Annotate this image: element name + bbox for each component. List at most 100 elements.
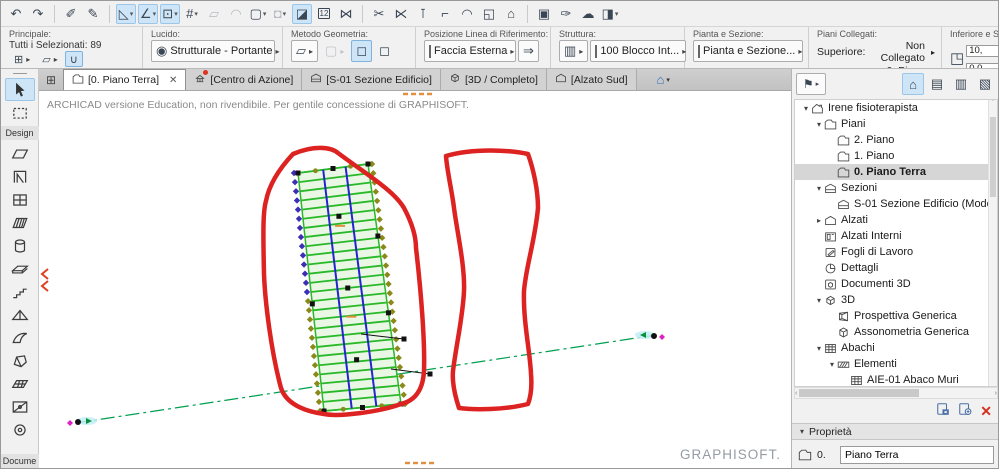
suspend-groups-icon[interactable]: ▱ (204, 4, 224, 24)
tree-item-aie-01-abaco-muri[interactable]: AIE-01 Abaco Muri (795, 372, 997, 386)
tree-item-irene-fisioterapista[interactable]: ▾ Irene fisioterapista (795, 100, 997, 116)
geometry-box-button[interactable]: ◻ (351, 40, 373, 62)
tab-alzato-sud[interactable]: [Alzato Sud] (546, 69, 637, 90)
quad-view-button[interactable]: ⊞ (39, 69, 63, 90)
lock-icon[interactable]: ◘ ▾ (270, 4, 290, 24)
undo-icon[interactable]: ↶ (6, 4, 26, 24)
tree-vertical-scrollbar[interactable]: ˆ (988, 100, 997, 386)
tab-centro-di-azione[interactable]: [Centro di Azione] (186, 69, 303, 90)
expand-arrow-icon[interactable]: ▾ (827, 360, 837, 369)
geometry-straight-button[interactable]: ▱ ▸ (291, 40, 319, 62)
geometry-curved-button[interactable]: ◻ (374, 40, 395, 62)
tree-item-alzati-interni[interactable]: Alzati Interni (795, 228, 997, 244)
redo-icon[interactable]: ↷ (28, 4, 48, 24)
publish-icon[interactable]: ◨ ▾ (600, 4, 620, 24)
top-offset-field[interactable] (966, 44, 998, 57)
group-selection-icon[interactable]: ▢ ▾ (248, 4, 268, 24)
morph-tool[interactable] (5, 349, 35, 372)
grid-snap-icon[interactable]: # ▾ (182, 4, 202, 24)
toolbox-drag-handle[interactable] (12, 73, 27, 75)
intersect-icon[interactable]: ⌐ (435, 4, 455, 24)
edit-selection-set-icon[interactable]: ▣ (534, 4, 554, 24)
column-tool[interactable] (5, 234, 35, 257)
floorplan-display-button[interactable]: Pianta e Sezione... ▸ (693, 40, 803, 62)
tree-item-assonometria-generica[interactable]: Assonometria Generica (795, 324, 997, 340)
tab-3d-completo[interactable]: [3D / Completo] (440, 69, 547, 90)
curtain-wall-tool[interactable] (5, 211, 35, 234)
snap-reference-icon[interactable]: ⊡ ▾ (160, 3, 180, 24)
save-view-button[interactable] (936, 402, 950, 421)
mesh-tool[interactable] (5, 372, 35, 395)
project-chooser-button[interactable]: ⚑ ▸ (796, 73, 826, 95)
magnet-toggle-button[interactable]: ∪ (64, 51, 83, 67)
tree-item-elementi[interactable]: ▾ Elementi (795, 356, 997, 372)
door-tool[interactable] (5, 165, 35, 188)
tree-horizontal-scrollbar[interactable]: ‹ › (794, 387, 998, 399)
tree-item-dettagli[interactable]: Dettagli (795, 260, 997, 276)
geometry-chained-button[interactable]: ▢ ▸ (320, 40, 349, 62)
tree-item-2-piano[interactable]: 2. Piano (795, 132, 997, 148)
fit-in-window-icon[interactable]: ⌂ (501, 4, 521, 24)
close-icon[interactable]: ✕ (169, 75, 177, 86)
snap-guides-icon[interactable]: ∠ ▾ (138, 3, 158, 24)
properties-header[interactable]: ▾ Proprietà (792, 423, 998, 440)
reference-line-button[interactable]: Faccia Esterna ▸ (424, 40, 516, 62)
settings-dialog-button[interactable]: ⊞ ▸ (9, 51, 35, 67)
resize-icon[interactable]: ◱ (479, 4, 499, 24)
dimension-units-icon[interactable]: 12 (314, 4, 334, 24)
stair-tool[interactable] (5, 280, 35, 303)
zone-tool[interactable] (5, 395, 35, 418)
project-map-button[interactable]: ⌂ (902, 73, 924, 95)
expand-arrow-icon[interactable]: ▾ (814, 296, 824, 305)
tree-item-1-piano[interactable]: 1. Piano (795, 148, 997, 164)
story-name-field[interactable] (840, 446, 994, 464)
guide-lines-icon[interactable]: ◺ ▾ (116, 3, 136, 24)
tree-item-documenti-3d[interactable]: Documenti 3D (795, 276, 997, 292)
tab-0-piano-terra[interactable]: [0. Piano Terra] ✕ (63, 69, 187, 90)
tab-s-01-sezione-edificio[interactable]: [S-01 Sezione Edificio] (302, 69, 441, 90)
expand-arrow-icon[interactable]: ▾ (814, 344, 824, 353)
arrow-tool[interactable] (4, 78, 35, 101)
delete-viewpoint-button[interactable]: ✕ (980, 403, 992, 420)
superiore-popup-button[interactable]: ▸ (931, 48, 935, 57)
object-tool[interactable] (5, 418, 35, 441)
shell-tool[interactable] (5, 326, 35, 349)
trace-reference-icon[interactable]: ◪ (292, 3, 312, 24)
expand-arrow-icon[interactable]: ▾ (814, 120, 824, 129)
tree-item-fogli-di-lavoro[interactable]: Fogli di Lavoro (795, 244, 997, 260)
split-icon[interactable]: ✂ (369, 4, 389, 24)
inject-parameters-icon[interactable]: ✎ (83, 4, 103, 24)
drawing-canvas[interactable]: ARCHICAD versione Education, non rivendi… (39, 91, 791, 468)
new-viewpoint-button[interactable] (958, 402, 972, 421)
tree-item-s-01-sezione-edificio-modello-[interactable]: S-01 Sezione Edificio (Modello con ric (795, 196, 997, 212)
layer-selector-button[interactable]: ◉ Strutturale - Portante ▸ (151, 40, 279, 62)
structure-type-button[interactable]: ▥ ▸ (559, 40, 589, 62)
publisher-sets-button[interactable]: ▧ (974, 73, 996, 95)
expand-arrow-icon[interactable]: ▾ (801, 104, 811, 113)
quill-icon[interactable]: ◠ (226, 4, 246, 24)
tree-item-piani[interactable]: ▾ Piani (795, 116, 997, 132)
tree-item-alzati[interactable]: ▸ Alzati (795, 212, 997, 228)
expand-arrow-icon[interactable]: ▾ (814, 184, 824, 193)
marquee-tool[interactable] (5, 101, 35, 124)
expand-arrow-icon[interactable]: ▸ (814, 216, 824, 225)
roof-tool[interactable] (5, 303, 35, 326)
render-icon[interactable]: ✑ (556, 4, 576, 24)
cloud-save-icon[interactable]: ☁ (578, 4, 598, 24)
composite-button[interactable]: 100 Blocco Int... ▸ (590, 40, 687, 62)
tree-item-3d[interactable]: ▾ 3D (795, 292, 997, 308)
flip-reference-button[interactable]: ⇒ (518, 40, 539, 62)
tree-item-sezioni[interactable]: ▾ Sezioni (795, 180, 997, 196)
tree-item-prospettiva-generica[interactable]: Prospettiva Generica (795, 308, 997, 324)
layout-book-button[interactable]: ▥ (950, 73, 972, 95)
adjust-icon[interactable]: ⋉ (391, 4, 411, 24)
view-map-button[interactable]: ▤ (926, 73, 948, 95)
slab-tool[interactable] (5, 257, 35, 280)
pick-up-parameters-icon[interactable]: ✐ (61, 4, 81, 24)
tree-item-abachi[interactable]: ▾ Abachi (795, 340, 997, 356)
tree-item-0-piano-terra[interactable]: 0. Piano Terra (795, 164, 997, 180)
window-tool[interactable] (5, 188, 35, 211)
stretch-icon[interactable]: ⋈ (336, 4, 356, 24)
selection-mode-button[interactable]: ▱ ▸ (37, 51, 62, 67)
tab-list-dropdown[interactable]: ⌂ ▾ (651, 69, 676, 90)
